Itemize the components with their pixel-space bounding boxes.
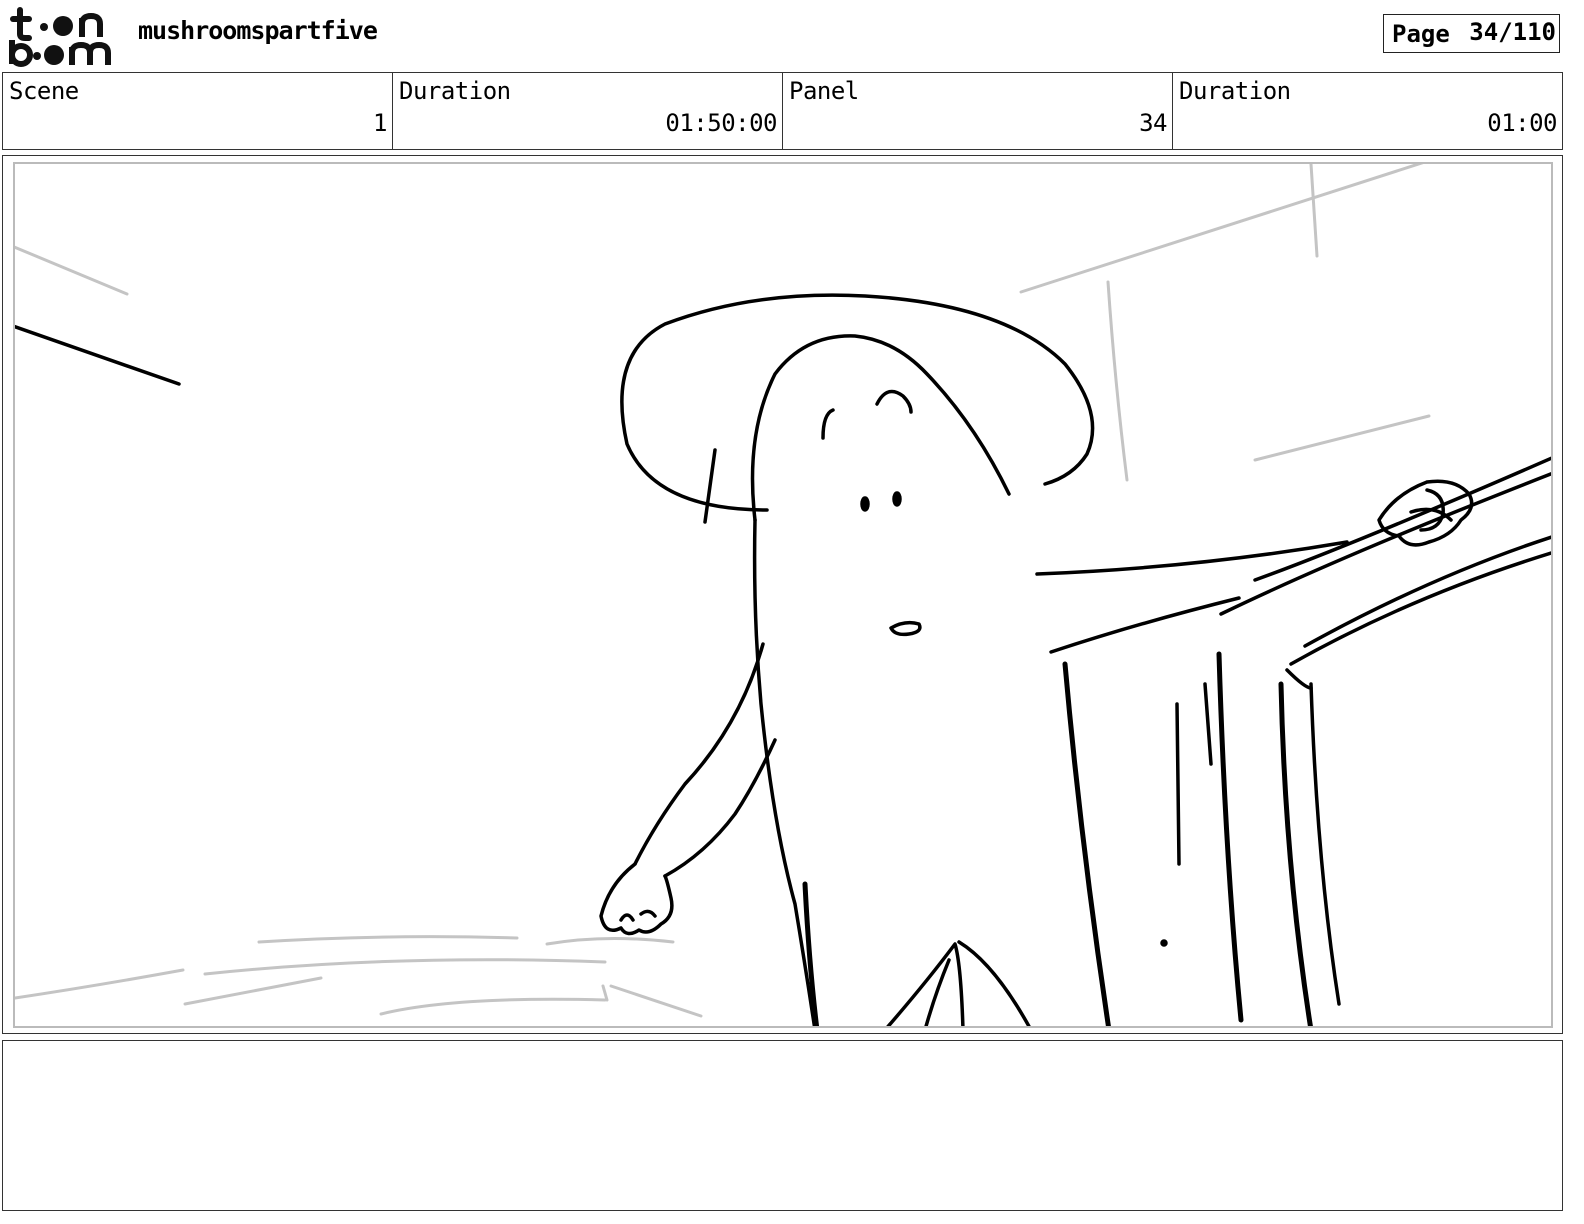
scene-duration-value: 01:50:00 [665, 109, 777, 137]
scene-duration-cell: Duration 01:50:00 [393, 73, 783, 149]
page-label: Page [1392, 20, 1450, 48]
panel-duration-value: 01:00 [1487, 109, 1557, 137]
scene-label: Scene [9, 77, 79, 105]
storyboard-header: mushroomspartfive Page 34/110 [0, 0, 1584, 70]
scene-cell: Scene 1 [3, 73, 393, 149]
scene-value: 1 [373, 109, 387, 137]
panel-notes-area[interactable] [2, 1040, 1563, 1211]
panel-duration-cell: Duration 01:00 [1173, 73, 1562, 149]
toonboom-logo [9, 7, 111, 67]
panel-duration-label: Duration [1179, 77, 1291, 105]
storyboard-sketch [15, 164, 1551, 1026]
scene-duration-label: Duration [399, 77, 511, 105]
panel-label: Panel [789, 77, 859, 105]
panel-value: 34 [1139, 109, 1167, 137]
scene-info-table: Scene 1 Duration 01:50:00 Panel 34 Durat… [2, 72, 1563, 150]
project-title: mushroomspartfive [138, 16, 378, 45]
page-number: 34/110 [1469, 18, 1556, 46]
page-indicator: Page 34/110 [1383, 14, 1560, 53]
panel-frame [2, 155, 1563, 1034]
panel-image [13, 162, 1553, 1028]
panel-cell: Panel 34 [783, 73, 1173, 149]
